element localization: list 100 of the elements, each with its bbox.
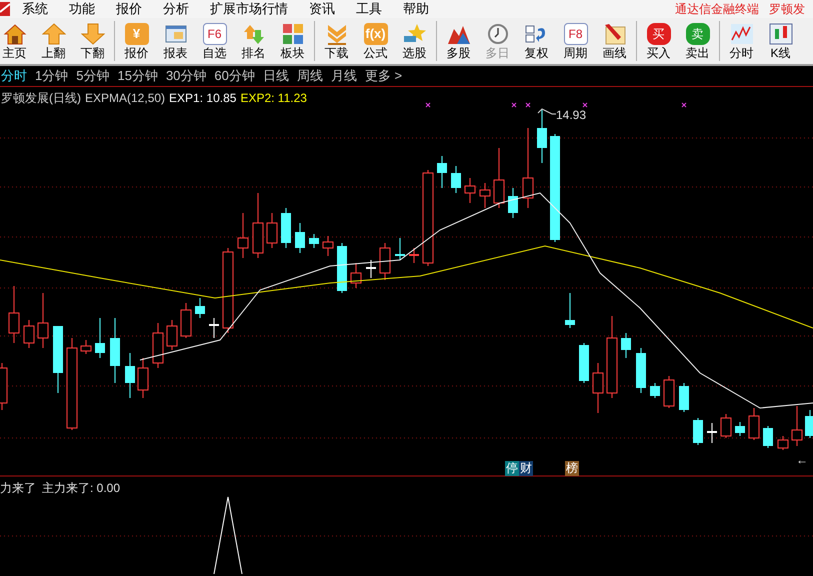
candlestick [763, 426, 773, 448]
candlestick [125, 352, 135, 398]
price-label: 14.93 [556, 107, 586, 124]
candlestick [792, 406, 802, 446]
toolbar-button[interactable]: ¥ 报价 [118, 21, 155, 61]
menu-item[interactable]: 帮助 [403, 0, 429, 19]
candlestick [805, 410, 813, 438]
pencil-icon [602, 22, 626, 44]
menu-item[interactable]: 工具 [356, 0, 382, 19]
candlestick [707, 422, 717, 444]
candlestick [679, 382, 689, 412]
candlestick [295, 222, 305, 254]
candlestick [693, 418, 703, 446]
period-tab[interactable]: 60分钟 [214, 66, 255, 86]
toolbar-button[interactable]: 多股 [440, 21, 477, 61]
candlestick [621, 332, 631, 358]
period-tab[interactable]: 月线 [330, 66, 357, 86]
header-title: 罗顿发 [769, 1, 805, 18]
toolbar-button[interactable]: F8 周期 [557, 21, 594, 61]
period-tab[interactable]: 周线 [296, 66, 323, 86]
candlestick [579, 342, 589, 384]
cross-marker-icon [526, 102, 530, 108]
period-tab[interactable]: 5分钟 [76, 66, 110, 86]
yen-icon: ¥ [124, 22, 148, 44]
up-arrow-icon [42, 22, 66, 44]
indicator-value: 主力来了: 0.00 [42, 480, 120, 497]
hexagon-icon: 卖 [686, 22, 710, 44]
candlestick [437, 156, 447, 188]
toolbar-button[interactable]: 复权 [518, 21, 555, 61]
candlestick [281, 208, 291, 248]
toolbar-button[interactable]: 报表 [157, 21, 194, 61]
candlestick [480, 182, 490, 208]
candlestick [95, 318, 105, 358]
candlestick [748, 408, 760, 440]
event-tag[interactable]: 财 [519, 461, 533, 476]
legend-text: 罗顿发展(日线) [1, 90, 81, 107]
toolbar-button[interactable]: F6 自选 [196, 21, 233, 61]
event-tag[interactable]: 榜 [565, 461, 579, 476]
candlestick [266, 212, 278, 248]
candlestick-icon [768, 22, 792, 44]
indicator-name: 力来了 [0, 480, 36, 497]
candlestick [38, 292, 48, 348]
period-tab[interactable]: 15分钟 [117, 66, 158, 86]
toolbar-button[interactable]: f(x) 公式 [357, 21, 394, 61]
candlestick [664, 376, 674, 408]
candlestick [8, 286, 20, 344]
menu-item[interactable]: 分析 [163, 0, 189, 19]
clock-icon [486, 22, 510, 44]
toolbar-button[interactable]: 选股 [396, 21, 433, 61]
period-tab[interactable]: 更多 > [364, 66, 402, 86]
toolbar-button[interactable]: 下翻 [74, 21, 111, 61]
toolbar-button[interactable]: 主页 [0, 21, 33, 61]
period-tab[interactable]: 日线 [262, 66, 289, 86]
candlestick [180, 302, 192, 338]
candlestick [53, 326, 63, 394]
period-tab[interactable]: 1分钟 [35, 66, 68, 86]
toolbar-button[interactable]: 卖 卖出 [679, 21, 716, 61]
candlestick [152, 322, 164, 368]
candlestick [24, 320, 34, 348]
candlestick [636, 348, 646, 394]
formula-icon: f(x) [364, 22, 388, 44]
legend-text: EXP2: 11.23 [240, 90, 307, 107]
cross-marker-icon [512, 102, 516, 108]
menu-item[interactable]: 功能 [69, 0, 95, 19]
menu-item[interactable]: 扩展市场行情 [210, 0, 288, 19]
grid-icon [280, 22, 304, 44]
candlestick [110, 318, 120, 384]
menu-item[interactable]: 系统 [22, 0, 48, 19]
candlestick [350, 262, 362, 288]
house-icon [2, 22, 26, 44]
candlestick [209, 318, 219, 338]
line-chart-icon [730, 22, 754, 44]
hexagon-icon: 买 [646, 22, 670, 44]
toolbar-button[interactable]: 买 买入 [640, 21, 677, 61]
candlestick [252, 192, 264, 258]
event-tag[interactable]: 停 [505, 461, 519, 476]
star-icon [402, 22, 426, 44]
toolbar-button[interactable]: 画线 [596, 21, 633, 61]
toolbar-button[interactable]: 排名 [235, 21, 272, 61]
candlestick [337, 242, 347, 294]
period-tab[interactable]: 30分钟 [166, 66, 206, 86]
toolbar-button[interactable]: 上翻 [35, 21, 72, 61]
period-tab[interactable]: 分时 [1, 66, 27, 86]
toolbar-button[interactable]: 板块 [274, 21, 311, 61]
toolbar-button[interactable]: 下载 [318, 21, 355, 61]
candlestick [778, 436, 788, 450]
legend-text: EXPMA(12,50) [85, 90, 166, 107]
candlestick [720, 414, 732, 438]
menu-item[interactable]: 报价 [116, 0, 142, 19]
price-label: ← [796, 452, 808, 469]
candlestick [650, 382, 660, 398]
cross-marker-icon [682, 102, 686, 108]
candlestick [592, 362, 604, 414]
toolbar-button[interactable]: K线 [762, 21, 799, 61]
window-icon [164, 22, 188, 44]
candlestick [565, 292, 575, 328]
menu-item[interactable]: 资讯 [309, 0, 335, 19]
cross-marker-icon [426, 102, 430, 108]
toolbar-button[interactable]: 分时 [723, 21, 760, 61]
candlestick [508, 188, 518, 218]
